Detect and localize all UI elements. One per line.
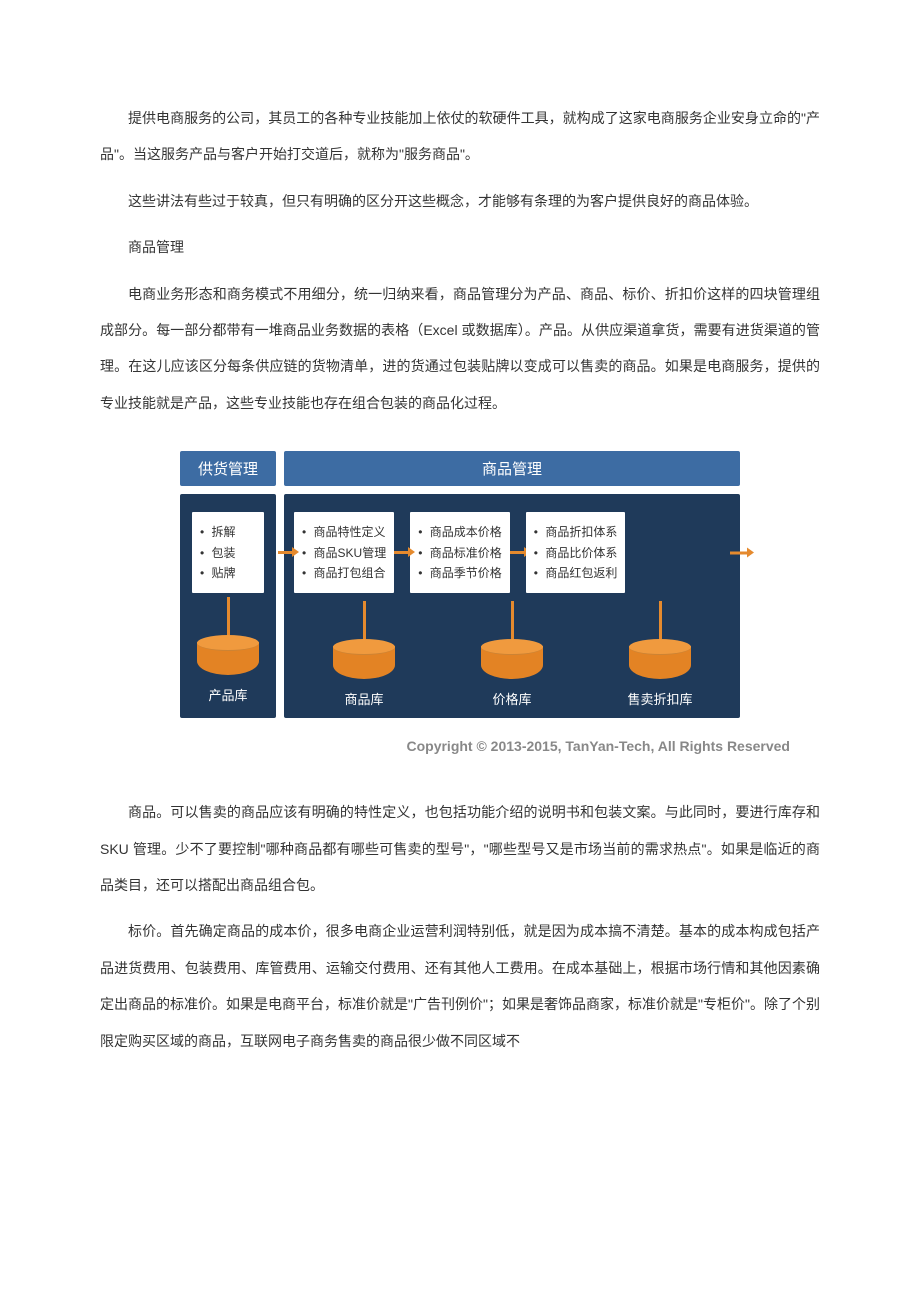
db-icon-goods: [333, 639, 395, 679]
header-supply-mgmt: 供货管理: [180, 451, 276, 486]
arrow-connector: [394, 551, 410, 554]
list-item: 拆解: [200, 522, 256, 542]
box-product-price: 商品成本价格 商品标准价格 商品季节价格: [410, 512, 510, 593]
list-item: 商品标准价格: [418, 543, 502, 563]
db-row-left: [186, 635, 270, 675]
vertical-line: [511, 601, 514, 639]
list-item: 商品SKU管理: [302, 543, 386, 563]
connector-down: [186, 597, 270, 635]
lower-col-3: 售卖折扣库: [586, 597, 734, 708]
header-product-mgmt: 商品管理: [284, 451, 740, 486]
label-row-left: 产品库: [186, 685, 270, 704]
diagram-container: 供货管理 商品管理 拆解 包装 贴牌: [100, 451, 820, 718]
diagram-header-row: 供货管理 商品管理: [180, 451, 740, 486]
paragraph-2: 这些讲法有些过于较真，但只有明确的区分开这些概念，才能够有条理的为客户提供良好的…: [100, 183, 820, 219]
arrow-right-icon: [278, 551, 294, 554]
vertical-line: [227, 597, 230, 635]
panel-supply: 拆解 包装 贴牌 产品库: [180, 494, 276, 718]
product-price-list: 商品成本价格 商品标准价格 商品季节价格: [418, 522, 502, 583]
paragraph-4: 商品。可以售卖的商品应该有明确的特性定义，也包括功能介绍的说明书和包装文案。与此…: [100, 794, 820, 903]
vertical-line: [363, 601, 366, 639]
lower-col-1: 商品库: [290, 597, 438, 708]
db-label-price: 价格库: [492, 689, 531, 708]
copyright-notice: Copyright © 2013-2015, TanYan-Tech, All …: [100, 738, 820, 754]
arrow-out-icon: [730, 551, 748, 554]
list-item: 商品折扣体系: [534, 522, 618, 542]
list-item: 商品季节价格: [418, 563, 502, 583]
diagram: 供货管理 商品管理 拆解 包装 贴牌: [180, 451, 740, 718]
right-boxes-row: 商品特性定义 商品SKU管理 商品打包组合 商品成本价格 商品标准价格 商品季节…: [290, 512, 734, 593]
list-item: 商品红包返利: [534, 563, 618, 583]
panel-product: 商品特性定义 商品SKU管理 商品打包组合 商品成本价格 商品标准价格 商品季节…: [284, 494, 740, 718]
db-icon-discount: [629, 639, 691, 679]
paragraph-1: 提供电商服务的公司，其员工的各种专业技能加上依仗的软硬件工具，就构成了这家电商服…: [100, 100, 820, 173]
box-product-attr: 商品特性定义 商品SKU管理 商品打包组合: [294, 512, 394, 593]
db-label-product: 产品库: [208, 685, 247, 704]
arrow-right-icon: [510, 551, 526, 554]
list-item: 商品成本价格: [418, 522, 502, 542]
arrow-connector: [510, 551, 526, 554]
diagram-main-row: 拆解 包装 贴牌 产品库: [180, 494, 740, 718]
product-attr-list: 商品特性定义 商品SKU管理 商品打包组合: [302, 522, 386, 583]
paragraph-5: 标价。首先确定商品的成本价，很多电商企业运营利润特别低，就是因为成本搞不清楚。基…: [100, 913, 820, 1059]
right-lower-row: 商品库 价格库 售卖折扣库: [290, 597, 734, 708]
arrow-connector: [278, 551, 294, 554]
lower-col-2: 价格库: [438, 597, 586, 708]
vertical-line: [659, 601, 662, 639]
list-item: 包装: [200, 543, 256, 563]
section-heading: 商品管理: [100, 229, 820, 265]
list-item: 商品比价体系: [534, 543, 618, 563]
list-item: 商品打包组合: [302, 563, 386, 583]
paragraph-3: 电商业务形态和商务模式不用细分，统一归纳来看，商品管理分为产品、商品、标价、折扣…: [100, 276, 820, 422]
db-icon-product: [197, 635, 259, 675]
arrow-right-icon: [394, 551, 410, 554]
product-discount-list: 商品折扣体系 商品比价体系 商品红包返利: [534, 522, 618, 583]
db-label-goods: 商品库: [344, 689, 383, 708]
db-icon-price: [481, 639, 543, 679]
db-label-discount: 售卖折扣库: [627, 689, 692, 708]
box-supply-ops: 拆解 包装 贴牌: [192, 512, 264, 593]
list-item: 贴牌: [200, 563, 256, 583]
list-item: 商品特性定义: [302, 522, 386, 542]
box-product-discount: 商品折扣体系 商品比价体系 商品红包返利: [526, 512, 626, 593]
supply-ops-list: 拆解 包装 贴牌: [200, 522, 256, 583]
